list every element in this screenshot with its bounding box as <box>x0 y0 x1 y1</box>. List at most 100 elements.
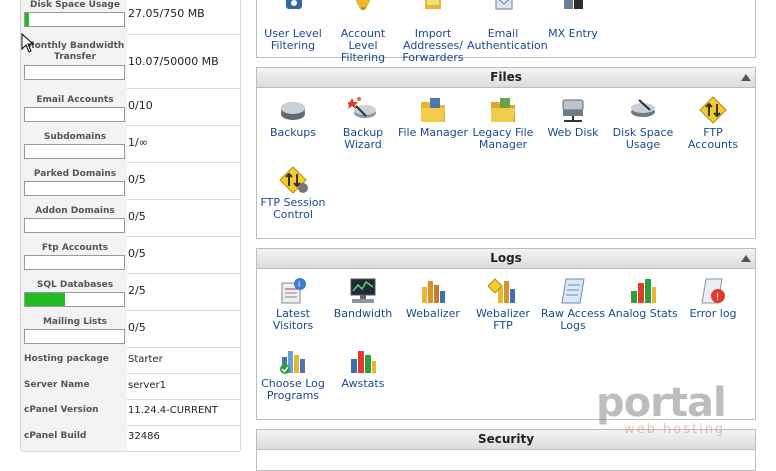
mouse-cursor-icon <box>21 33 35 53</box>
item-label: Account Level Filtering <box>340 27 386 64</box>
account-filter-icon <box>348 0 378 25</box>
svg-text:!: ! <box>716 292 720 303</box>
panel-title: Files <box>490 70 522 84</box>
watermark-brand: portal <box>596 380 727 426</box>
choose-log-programs-link[interactable]: Choose Log Programs <box>257 347 329 402</box>
sql-bar <box>24 292 125 307</box>
item-label: Error log <box>689 307 737 320</box>
stat-value: 10.07/50000 MB <box>128 55 219 68</box>
email-authentication-link[interactable]: Email Authentication <box>467 0 548 52</box>
stat-cpanel-version: cPanel Version 11.24.4-CURRENT <box>21 399 240 426</box>
collapse-icon[interactable] <box>741 255 751 262</box>
stat-value: 2/5 <box>128 284 146 297</box>
stat-value: 0/5 <box>128 173 146 186</box>
backup-wizard-icon <box>348 96 378 124</box>
ftp-session-icon <box>278 166 308 194</box>
files-panel-header[interactable]: Files <box>257 68 755 88</box>
ftp-accounts-icon <box>698 96 728 124</box>
error-log-link[interactable]: ! Error log <box>677 277 749 320</box>
stat-label: Mailing Lists <box>42 317 108 327</box>
files-panel: Files Backups Backup Wizard File Manager… <box>256 67 756 239</box>
subdomains-bar <box>24 144 125 159</box>
watermark-tagline: web hosting <box>624 422 726 437</box>
webalizer-link[interactable]: Webalizer <box>397 277 469 320</box>
awstats-link[interactable]: Awstats <box>327 347 399 390</box>
latest-visitors-icon: i <box>278 277 308 305</box>
stat-label: Email Accounts <box>36 95 114 105</box>
stat-value: 0/10 <box>128 99 153 112</box>
choose-log-icon <box>278 347 308 375</box>
stat-value: 1/∞ <box>128 136 148 149</box>
item-label: MX Entry <box>548 27 598 40</box>
import-addresses-link[interactable]: Import Addresses/ Forwarders <box>397 0 469 64</box>
item-label: Web Disk <box>547 126 599 139</box>
stat-sql-databases: SQL Databases 2/5 <box>21 273 240 311</box>
item-label: Email Authentication <box>467 27 548 52</box>
collapse-icon[interactable] <box>741 74 751 81</box>
import-icon <box>418 0 448 25</box>
file-manager-link[interactable]: File Manager <box>397 96 469 139</box>
backup-wizard-link[interactable]: Backup Wizard <box>327 96 399 151</box>
disk-usage-icon <box>628 96 658 124</box>
error-log-icon: ! <box>698 277 728 305</box>
stat-label: Hosting package <box>24 354 109 364</box>
stat-label: Subdomains <box>43 132 107 142</box>
file-manager-icon <box>418 96 448 124</box>
item-label: Webalizer <box>406 307 460 320</box>
item-label: Backup Wizard <box>342 126 384 151</box>
stat-addon-domains: Addon Domains 0/5 <box>21 199 240 237</box>
user-level-filtering-link[interactable]: User Level Filtering <box>257 0 329 52</box>
disk-space-usage-link[interactable]: Disk Space Usage <box>607 96 679 151</box>
email-bar <box>24 107 125 122</box>
analog-stats-link[interactable]: Analog Stats <box>607 277 679 320</box>
stat-label: cPanel Build <box>24 431 87 441</box>
web-disk-link[interactable]: Web Disk <box>537 96 609 139</box>
backups-icon <box>278 96 308 124</box>
stat-subdomains: Subdomains 1/∞ <box>21 125 240 163</box>
parked-bar <box>24 181 125 196</box>
svg-text:i: i <box>298 280 300 289</box>
item-label: Legacy File Manager <box>472 126 534 151</box>
addon-bar <box>24 218 125 233</box>
stat-value: Starter <box>128 354 163 365</box>
item-label: Choose Log Programs <box>261 377 325 402</box>
item-label: Webalizer FTP <box>476 307 530 332</box>
stat-label: Server Name <box>24 380 90 390</box>
web-disk-icon <box>558 96 588 124</box>
panel-title: Logs <box>490 251 522 265</box>
item-label: FTP Accounts <box>687 126 739 151</box>
email-auth-icon <box>488 0 518 25</box>
bandwidth-link[interactable]: Bandwidth <box>327 277 399 320</box>
stat-bandwidth: Monthly Bandwidth Transfer 10.07/50000 M… <box>21 34 240 89</box>
stat-value: 0/5 <box>128 210 146 223</box>
backups-link[interactable]: Backups <box>257 96 329 139</box>
stat-mailing-lists: Mailing Lists 0/5 <box>21 310 240 348</box>
stat-value: server1 <box>128 380 167 391</box>
item-label: File Manager <box>397 126 469 139</box>
webalizer-ftp-link[interactable]: Webalizer FTP <box>467 277 539 332</box>
logs-panel-header[interactable]: Logs <box>257 249 755 269</box>
webalizer-icon <box>418 277 448 305</box>
stat-value: 27.05/750 MB <box>128 7 205 20</box>
item-label: FTP Session Control <box>260 196 326 221</box>
bandwidth-bar <box>24 65 125 80</box>
item-label: Bandwidth <box>333 307 393 320</box>
item-label: Latest Visitors <box>272 307 314 332</box>
account-level-filtering-link[interactable]: Account Level Filtering <box>327 0 399 64</box>
stat-value: 32486 <box>128 431 160 442</box>
stat-parked-domains: Parked Domains 0/5 <box>21 162 240 200</box>
stat-email-accounts: Email Accounts 0/10 <box>21 88 240 126</box>
raw-logs-icon <box>558 277 588 305</box>
raw-access-logs-link[interactable]: Raw Access Logs <box>537 277 609 332</box>
legacy-file-manager-link[interactable]: Legacy File Manager <box>467 96 539 151</box>
latest-visitors-link[interactable]: i Latest Visitors <box>257 277 329 332</box>
mx-entry-link[interactable]: MX Entry <box>537 0 609 40</box>
ftp-session-control-link[interactable]: FTP Session Control <box>257 166 329 221</box>
stat-server-name: Server Name server1 <box>21 373 240 400</box>
item-label: Disk Space Usage <box>612 126 674 151</box>
ftp-accounts-link[interactable]: FTP Accounts <box>677 96 749 151</box>
stat-value: 0/5 <box>128 321 146 334</box>
item-label: Awstats <box>341 377 385 390</box>
stat-label: Parked Domains <box>33 169 117 179</box>
awstats-icon <box>348 347 378 375</box>
